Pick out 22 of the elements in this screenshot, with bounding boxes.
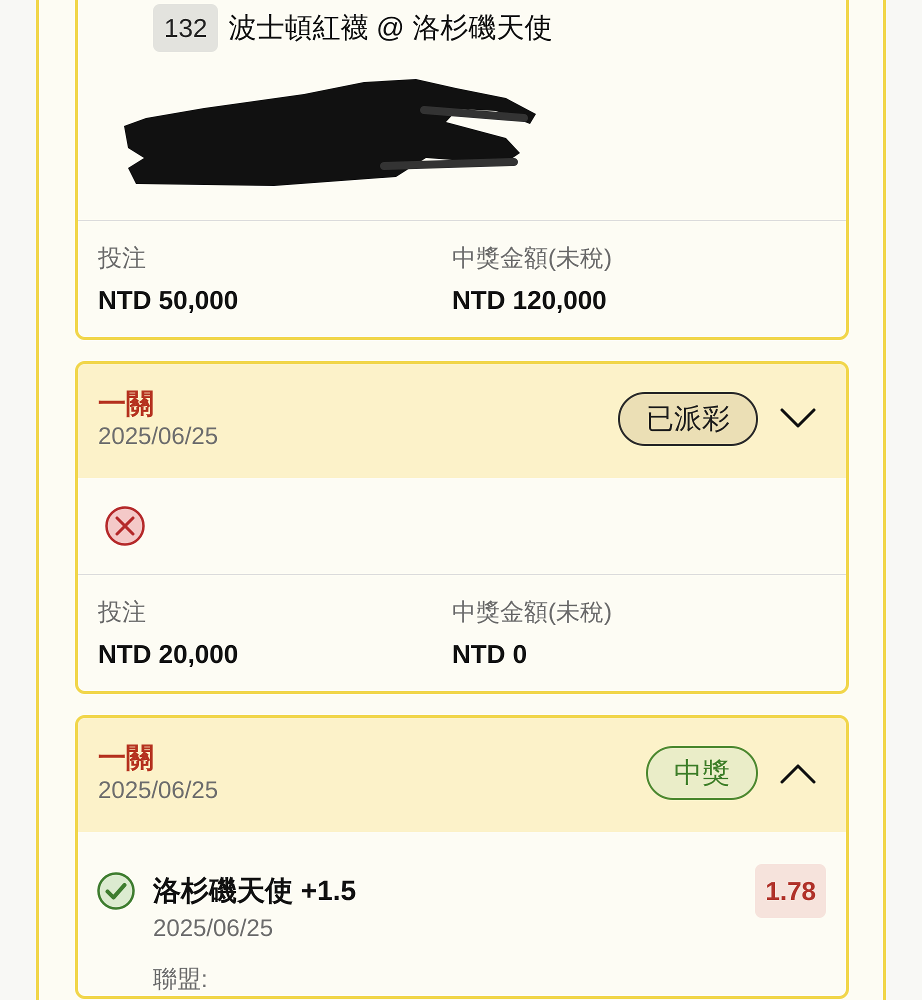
chevron-down-icon[interactable] bbox=[780, 408, 816, 430]
leg-date: 2025/06/25 bbox=[153, 914, 274, 944]
odds-badge: 1.78 bbox=[755, 864, 826, 918]
bet-date: 2025/06/25 bbox=[98, 776, 218, 806]
match-number-badge: 132 bbox=[153, 4, 218, 52]
pick-text: 洛杉磯天使 +1.5 bbox=[153, 874, 358, 908]
status-badge: 中獎 bbox=[646, 746, 758, 800]
chevron-up-icon[interactable] bbox=[780, 762, 816, 784]
stake-value: NTD 50,000 bbox=[98, 284, 240, 317]
bet-type-title: 一關 bbox=[98, 741, 155, 775]
matchup-text: 波士頓紅襪 @ 洛杉磯天使 bbox=[228, 11, 552, 45]
payout-label: 中獎金額(未稅) bbox=[452, 598, 613, 628]
payout-value: NTD 120,000 bbox=[452, 284, 608, 317]
bet-type-title: 一關 bbox=[98, 387, 155, 421]
league-label: 聯盟: bbox=[153, 965, 209, 995]
stake-label: 投注 bbox=[98, 598, 147, 628]
status-badge: 已派彩 bbox=[618, 392, 758, 446]
stake-label: 投注 bbox=[98, 244, 147, 274]
bet-date: 2025/06/25 bbox=[98, 422, 218, 452]
payout-label: 中獎金額(未稅) bbox=[452, 244, 613, 274]
payout-value: NTD 0 bbox=[452, 638, 528, 671]
stake-value: NTD 20,000 bbox=[98, 638, 240, 671]
